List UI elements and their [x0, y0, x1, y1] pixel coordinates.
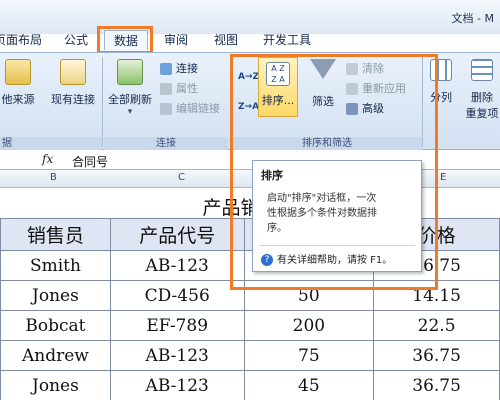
connections-label: 连接 [176, 62, 198, 75]
table-cell[interactable]: 75 [243, 340, 375, 371]
tab-view[interactable]: 视图 [208, 30, 244, 50]
table-cell[interactable]: Jones [0, 280, 111, 311]
properties-button[interactable]: 属性 [160, 81, 198, 97]
sort-filter-highlight [230, 54, 438, 290]
table-row: Jones AB-123 45 36.75 [0, 370, 500, 400]
refresh-all-label: 全部刷新 [108, 93, 152, 106]
table-cell[interactable]: 36.75 [373, 340, 500, 371]
connections-icon [160, 63, 172, 75]
table-cell[interactable]: Smith [0, 250, 111, 281]
tab-review[interactable]: 审阅 [158, 30, 194, 50]
table-cell[interactable]: Bobcat [0, 310, 111, 341]
refresh-icon [117, 59, 143, 85]
table-cell[interactable]: 36.75 [373, 370, 500, 400]
column-header[interactable]: C [178, 172, 185, 183]
table-cell[interactable]: CD-456 [109, 280, 245, 311]
function-icon[interactable]: fx [42, 152, 53, 166]
table-cell[interactable]: AB-123 [109, 340, 245, 371]
connections-button[interactable]: 连接 [160, 61, 198, 77]
edit-links-label: 编辑链接 [176, 102, 220, 115]
table-cell[interactable]: 22.5 [373, 310, 500, 341]
group-footer-get-data: 据 [0, 137, 102, 151]
get-external-data-label: 他来源 [1, 93, 35, 106]
column-header[interactable]: B [50, 172, 57, 183]
get-external-data-button[interactable]: 他来源 [0, 59, 40, 107]
table-cell[interactable]: EF-789 [109, 310, 245, 341]
window-title: 文档 - M [451, 12, 494, 25]
existing-connections-label: 现有连接 [51, 93, 95, 106]
ribbon-tabs: 页面布局 公式 数据 审阅 视图 开发工具 [0, 28, 500, 52]
data-tab-highlight [97, 26, 153, 54]
edit-links-button[interactable]: 编辑链接 [160, 101, 220, 117]
remove-duplicates-icon [471, 59, 493, 81]
header-cell[interactable]: 销售员 [0, 218, 111, 251]
remove-duplicates-label-line2: 重复项 [465, 107, 499, 120]
table-cell[interactable]: AB-123 [109, 370, 245, 400]
formula-value: 合同号 [72, 155, 109, 169]
properties-label: 属性 [176, 82, 198, 95]
tab-page-layout[interactable]: 页面布局 [0, 30, 42, 50]
header-cell[interactable]: 产品代号 [109, 218, 245, 251]
table-cell[interactable]: 200 [243, 310, 375, 341]
table-cell[interactable]: Jones [0, 370, 111, 400]
database-icon [5, 59, 31, 85]
table-cell[interactable]: Andrew [0, 340, 111, 371]
remove-duplicates-label: 删除 [471, 91, 493, 104]
document-icon [60, 59, 86, 85]
table-row: Bobcat EF-789 200 22.5 [0, 310, 500, 341]
refresh-all-button[interactable]: 全部刷新 ▾ [106, 59, 154, 117]
group-footer-connections: 连接 [104, 137, 228, 151]
chevron-down-icon: ▾ [127, 107, 133, 117]
properties-icon [160, 83, 172, 95]
edit-links-icon [160, 103, 172, 115]
tab-formulas[interactable]: 公式 [58, 30, 94, 50]
remove-duplicates-button[interactable]: 删除 重复项 [462, 59, 500, 121]
column-header[interactable]: E [440, 172, 446, 183]
tab-developer[interactable]: 开发工具 [258, 30, 316, 50]
table-cell[interactable]: AB-123 [109, 250, 245, 281]
existing-connections-button[interactable]: 现有连接 [48, 59, 98, 107]
group-separator [102, 57, 103, 147]
table-row: Andrew AB-123 75 36.75 [0, 340, 500, 371]
table-cell[interactable]: 45 [243, 370, 375, 400]
